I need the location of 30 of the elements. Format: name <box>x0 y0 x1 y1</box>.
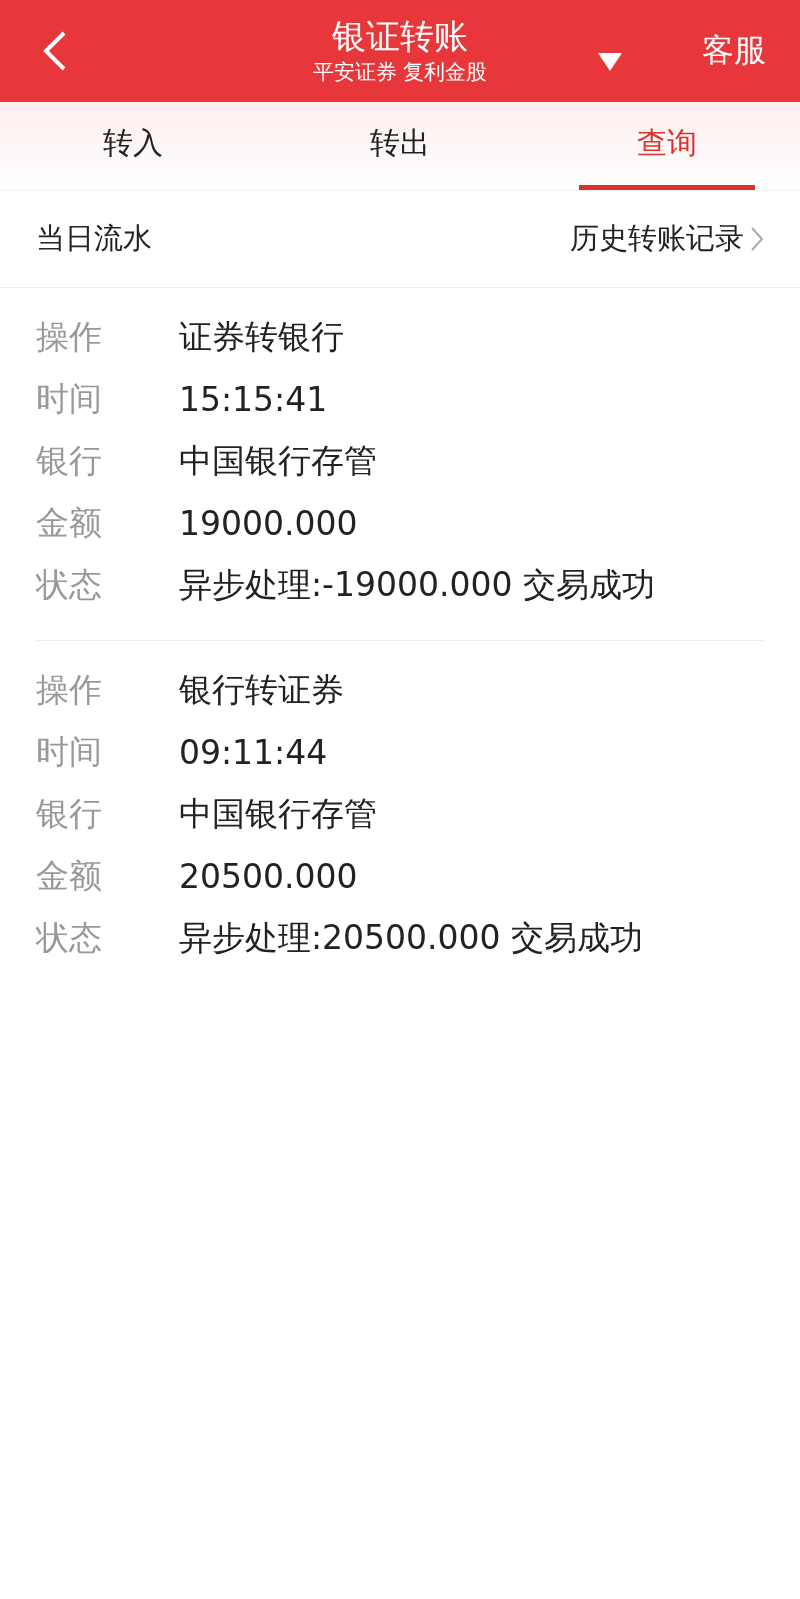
field-label: 操作 <box>36 315 103 358</box>
chevron-icon[interactable] <box>750 226 764 252</box>
field-label: 状态 <box>36 563 103 606</box>
page-title: 银证转账 <box>332 15 468 57</box>
tab[interactable]: 查询 <box>533 102 800 190</box>
field-value: 中国银行存管 <box>179 439 377 482</box>
field-value: 中国银行存管 <box>179 792 377 835</box>
account-subtitle[interactable]: 平安证券 复利金股 <box>312 57 488 87</box>
tab[interactable]: 转出 <box>266 102 534 190</box>
field-value: 15:15:41 <box>179 379 328 419</box>
field-value: 异步处理:20500.000 交易成功 <box>179 916 644 959</box>
field-label: 时间 <box>36 730 103 773</box>
field-label: 金额 <box>36 854 103 897</box>
tab[interactable]: 转入 <box>0 102 267 190</box>
field-value: 异步处理:-19000.000 交易成功 <box>179 563 655 606</box>
field-value: 证券转银行 <box>179 315 344 358</box>
field-value: 银行转证券 <box>179 668 344 711</box>
dropdown-icon[interactable] <box>598 53 622 71</box>
section-title: 当日流水 <box>36 220 152 257</box>
customer-service-link[interactable]: 客服 <box>702 29 766 73</box>
field-label: 时间 <box>36 377 103 420</box>
field-label: 操作 <box>36 668 103 711</box>
field-label: 银行 <box>36 792 103 835</box>
field-label: 状态 <box>36 916 103 959</box>
field-value: 19000.000 <box>179 503 358 543</box>
field-label: 银行 <box>36 439 103 482</box>
field-value: 20500.000 <box>179 856 358 896</box>
field-label: 金额 <box>36 501 103 544</box>
field-value: 09:11:44 <box>179 732 328 772</box>
history-link[interactable]: 历史转账记录 <box>570 219 744 259</box>
